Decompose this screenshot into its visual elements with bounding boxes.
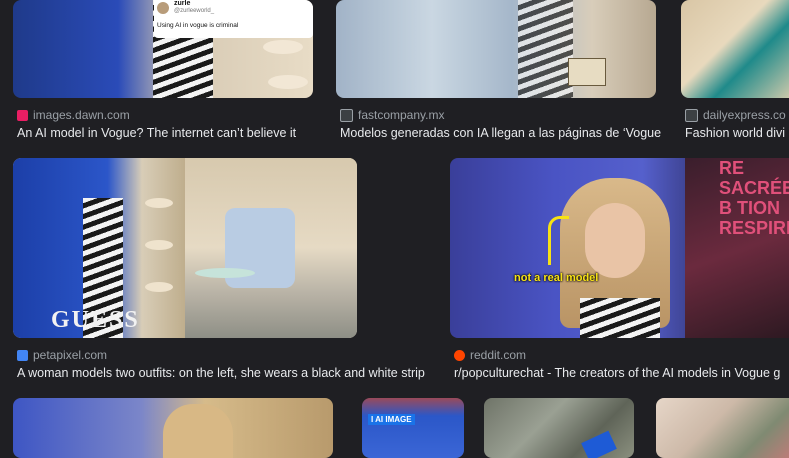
result-title[interactable]: Fashion world divi xyxy=(685,126,789,140)
result-thumbnail[interactable]: zurle @zurleeworld_ Using AI in vogue is… xyxy=(13,0,313,98)
result-title[interactable]: r/popculturechat - The creators of the A… xyxy=(454,366,789,380)
hat-graphic xyxy=(145,240,173,250)
magazine-overlay: RE SACRÉE B TION RESPIREZ xyxy=(685,158,789,338)
overlay-text: RE SACRÉE B TION RESPIREZ xyxy=(719,158,789,238)
result-source[interactable]: dailyexpress.co xyxy=(685,108,786,122)
ai-image-badge: I AI IMAGE xyxy=(368,414,415,425)
result-source[interactable]: fastcompany.mx xyxy=(340,108,444,122)
result-title[interactable]: A woman models two outfits: on the left,… xyxy=(17,366,434,380)
result-title[interactable]: An AI model in Vogue? The internet can’t… xyxy=(17,126,313,140)
source-label: dailyexpress.co xyxy=(703,108,786,122)
blue-object-graphic xyxy=(581,430,617,458)
tweet-handle: @zurleeworld_ xyxy=(174,8,215,14)
tweet-name: zurle xyxy=(174,0,191,7)
result-thumbnail[interactable] xyxy=(681,0,789,98)
tweet-overlay: zurle @zurleeworld_ Using AI in vogue is… xyxy=(154,0,313,38)
result-thumbnail[interactable] xyxy=(656,398,789,458)
annotation-label: not a real model xyxy=(514,272,599,284)
result-source[interactable]: reddit.com xyxy=(454,348,526,362)
result-thumbnail[interactable]: I AI IMAGE xyxy=(362,398,464,458)
result-source[interactable]: petapixel.com xyxy=(17,348,107,362)
arrow-icon xyxy=(548,216,569,265)
handbag-graphic xyxy=(568,58,606,86)
result-thumbnail[interactable]: RE SACRÉE B TION RESPIREZ not a real mod… xyxy=(450,158,789,338)
left-photo: GUESS xyxy=(13,158,185,338)
source-label: images.dawn.com xyxy=(33,108,130,122)
hat-graphic xyxy=(263,40,303,54)
favicon-icon xyxy=(340,108,353,122)
result-thumbnail[interactable] xyxy=(13,398,333,458)
source-label: fastcompany.mx xyxy=(358,108,445,122)
hat-graphic xyxy=(145,198,173,208)
brand-logo-text: GUESS xyxy=(51,307,140,333)
hat-graphic xyxy=(268,75,308,89)
source-label: reddit.com xyxy=(470,348,527,362)
favicon-icon xyxy=(17,349,28,361)
striped-dress-graphic xyxy=(518,0,573,98)
result-thumbnail[interactable] xyxy=(336,0,656,98)
model-face-graphic xyxy=(585,203,645,278)
right-photo xyxy=(185,158,357,338)
favicon-icon xyxy=(685,108,698,122)
table-graphic xyxy=(195,268,255,278)
avatar xyxy=(157,2,169,14)
result-thumbnail[interactable] xyxy=(484,398,634,458)
result-source[interactable]: images.dawn.com xyxy=(17,108,130,122)
favicon-icon xyxy=(17,109,28,121)
hat-graphic xyxy=(145,282,173,292)
tweet-text: Using AI in vogue is criminal xyxy=(157,22,239,29)
striped-top-graphic xyxy=(580,298,660,338)
reddit-icon xyxy=(454,349,465,361)
result-thumbnail[interactable]: GUESS xyxy=(13,158,357,338)
source-label: petapixel.com xyxy=(33,348,108,362)
result-title[interactable]: Modelos generadas con IA llegan a las pá… xyxy=(340,126,665,140)
